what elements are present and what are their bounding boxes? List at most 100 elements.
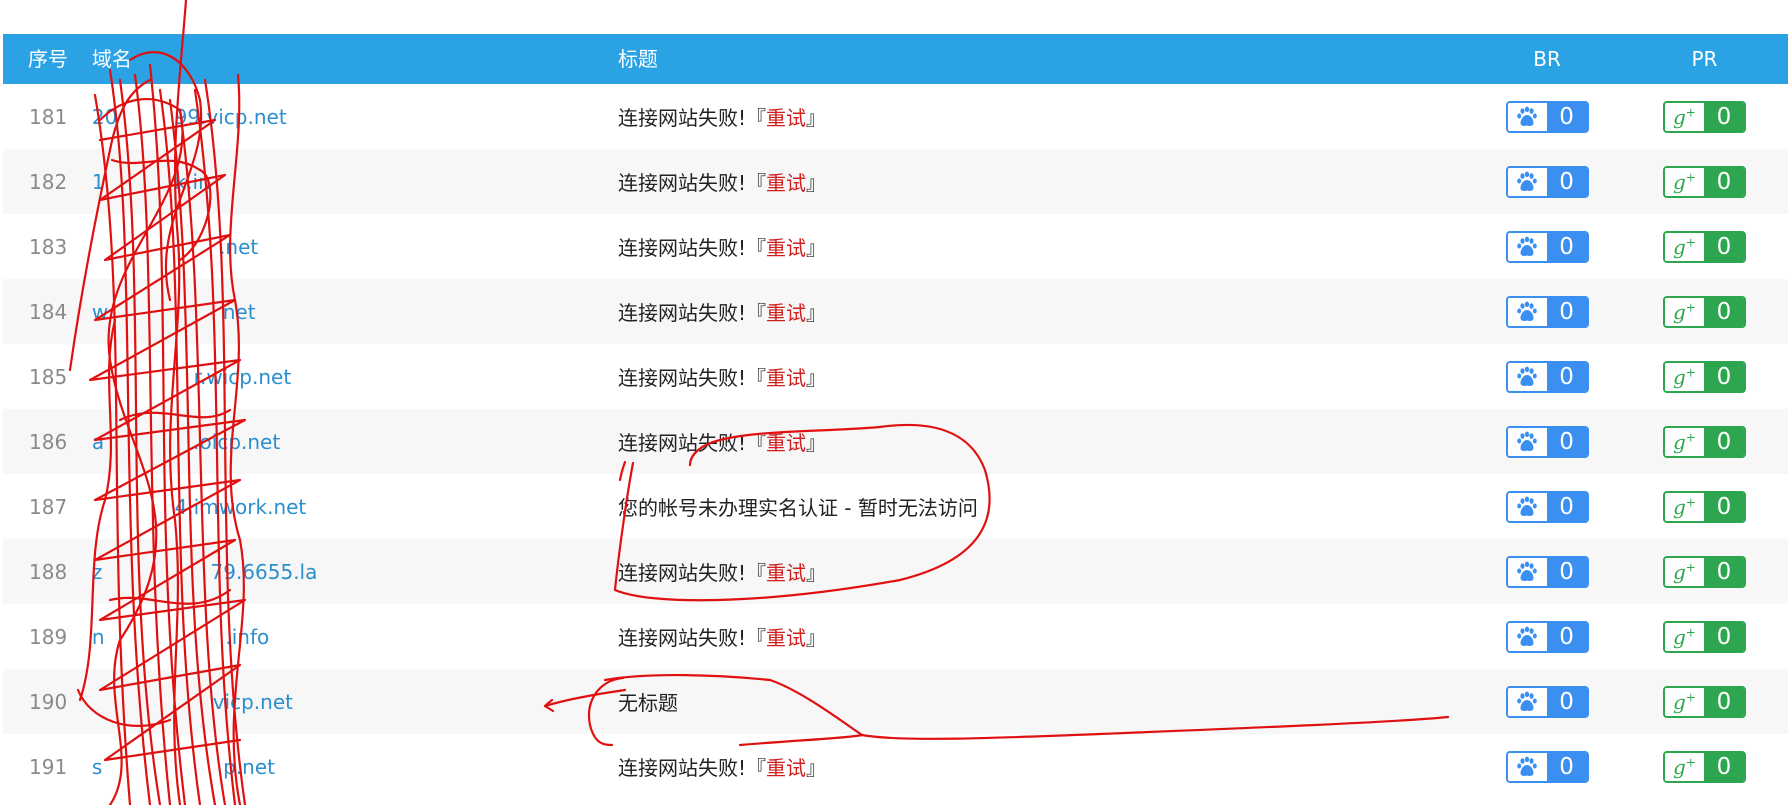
pr-value: 0 <box>1703 297 1744 326</box>
br-badge[interactable]: 0 <box>1505 750 1589 783</box>
baidu-paw-icon <box>1507 687 1547 716</box>
baidu-paw-icon <box>1507 167 1547 196</box>
pr-cell: g+ 0 <box>1621 750 1788 783</box>
domain-link[interactable]: w net <box>92 300 618 324</box>
domain-link[interactable]: vicp.net <box>92 690 618 714</box>
retry-link[interactable]: 重试 <box>766 431 806 455</box>
br-badge[interactable]: 0 <box>1505 620 1589 653</box>
domain-link[interactable]: z 79.6655.la <box>92 560 618 584</box>
retry-link[interactable]: 重试 <box>766 301 806 325</box>
retry-link[interactable]: 重试 <box>766 561 806 585</box>
br-cell: 0 <box>1473 230 1620 263</box>
pr-cell: g+ 0 <box>1621 165 1788 198</box>
title-bracket: 』 <box>805 561 826 585</box>
br-value: 0 <box>1546 622 1587 651</box>
br-value: 0 <box>1546 167 1587 196</box>
domain-link[interactable]: r.wicp.net <box>92 365 618 389</box>
pr-badge[interactable]: g+ 0 <box>1662 685 1746 718</box>
br-cell: 0 <box>1473 750 1620 783</box>
pr-badge[interactable]: g+ 0 <box>1662 165 1746 198</box>
pr-badge[interactable]: g+ 0 <box>1662 620 1746 653</box>
baidu-paw-icon <box>1507 427 1547 456</box>
br-cell: 0 <box>1473 490 1620 523</box>
row-title: 连接网站失败!『重试』 <box>618 622 1473 651</box>
br-value: 0 <box>1546 362 1587 391</box>
br-badge[interactable]: 0 <box>1505 100 1589 133</box>
br-badge[interactable]: 0 <box>1505 555 1589 588</box>
pr-badge[interactable]: g+ 0 <box>1662 555 1746 588</box>
br-value: 0 <box>1546 232 1587 261</box>
pr-value: 0 <box>1703 427 1744 456</box>
table-row: 181 20 99.vicp.net 连接网站失败!『重试』 0 g+ 0 <box>3 84 1788 149</box>
baidu-paw-icon <box>1507 362 1547 391</box>
row-title: 连接网站失败!『重试』 <box>618 102 1473 131</box>
pr-cell: g+ 0 <box>1621 295 1788 328</box>
br-badge[interactable]: 0 <box>1505 295 1589 328</box>
br-badge[interactable]: 0 <box>1505 230 1589 263</box>
br-cell: 0 <box>1473 165 1620 198</box>
title-bracket: 』 <box>805 106 826 130</box>
title-text: 连接网站失败!『 <box>617 106 766 130</box>
retry-link[interactable]: 重试 <box>766 171 806 195</box>
row-number: 191 <box>29 754 68 779</box>
br-badge[interactable]: 0 <box>1505 490 1589 523</box>
row-number: 182 <box>29 169 68 194</box>
pr-badge[interactable]: g+ 0 <box>1662 490 1746 523</box>
google-plus-icon: g+ <box>1664 492 1704 521</box>
title-text: 您的帐号未办理实名认证 - 暂时无法访问 <box>617 496 978 520</box>
title-bracket: 』 <box>805 756 826 780</box>
domain-link[interactable]: 4.imwork.net <box>92 495 618 519</box>
br-cell: 0 <box>1473 620 1620 653</box>
google-plus-icon: g+ <box>1664 427 1704 456</box>
pr-badge[interactable]: g+ 0 <box>1662 360 1746 393</box>
row-number: 190 <box>29 689 68 714</box>
pr-value: 0 <box>1703 752 1744 781</box>
table-row: 190 vicp.net 无标题 0 g+ 0 <box>3 669 1788 734</box>
table-row: 187 4.imwork.net您的帐号未办理实名认证 - 暂时无法访问 0 <box>3 474 1788 539</box>
google-plus-icon: g+ <box>1664 167 1704 196</box>
domain-link[interactable]: s p.net <box>92 755 618 779</box>
br-badge[interactable]: 0 <box>1505 685 1589 718</box>
row-title: 您的帐号未办理实名认证 - 暂时无法访问 <box>618 492 1473 521</box>
domain-link[interactable]: 20 99.vicp.net <box>92 105 618 129</box>
domain-link[interactable]: .net <box>92 235 618 259</box>
br-cell: 0 <box>1473 425 1620 458</box>
pr-cell: g+ 0 <box>1621 100 1788 133</box>
pr-badge[interactable]: g+ 0 <box>1662 425 1746 458</box>
br-value: 0 <box>1546 102 1587 131</box>
header-domain: 域名 <box>91 47 132 71</box>
pr-cell: g+ 0 <box>1621 490 1788 523</box>
retry-link[interactable]: 重试 <box>766 626 806 650</box>
pr-badge[interactable]: g+ 0 <box>1662 750 1746 783</box>
br-badge[interactable]: 0 <box>1505 425 1589 458</box>
baidu-paw-icon <box>1507 557 1547 586</box>
br-badge[interactable]: 0 <box>1505 165 1589 198</box>
pr-badge[interactable]: g+ 0 <box>1662 295 1746 328</box>
row-number: 183 <box>29 234 68 259</box>
pr-value: 0 <box>1703 492 1744 521</box>
retry-link[interactable]: 重试 <box>766 366 806 390</box>
google-plus-icon: g+ <box>1664 102 1704 131</box>
retry-link[interactable]: 重试 <box>766 236 806 260</box>
google-plus-icon: g+ <box>1664 297 1704 326</box>
domain-link[interactable]: 1 k.in <box>92 170 618 194</box>
google-plus-icon: g+ <box>1664 232 1704 261</box>
row-title: 连接网站失败!『重试』 <box>618 752 1473 781</box>
title-text: 连接网站失败!『 <box>617 431 766 455</box>
domain-link[interactable]: n .info <box>92 625 618 649</box>
domain-link[interactable]: a .oicp.net <box>92 430 618 454</box>
pr-value: 0 <box>1703 102 1744 131</box>
google-plus-icon: g+ <box>1664 362 1704 391</box>
retry-link[interactable]: 重试 <box>766 756 806 780</box>
br-value: 0 <box>1546 752 1587 781</box>
row-title: 连接网站失败!『重试』 <box>618 362 1473 391</box>
retry-link[interactable]: 重试 <box>766 106 806 130</box>
br-badge[interactable]: 0 <box>1505 360 1589 393</box>
br-cell: 0 <box>1473 555 1620 588</box>
row-number: 187 <box>29 494 68 519</box>
pr-value: 0 <box>1703 687 1744 716</box>
pr-badge[interactable]: g+ 0 <box>1662 100 1746 133</box>
pr-badge[interactable]: g+ 0 <box>1662 230 1746 263</box>
title-text: 连接网站失败!『 <box>617 366 766 390</box>
header-title: 标题 <box>617 47 658 71</box>
